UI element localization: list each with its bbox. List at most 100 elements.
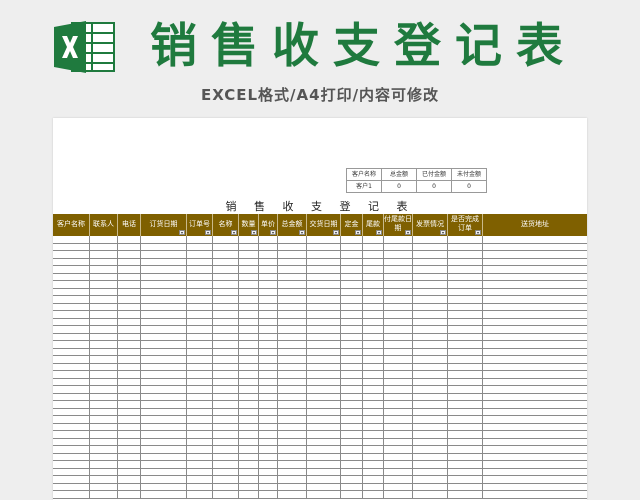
table-cell[interactable] [259, 258, 278, 265]
table-cell[interactable] [483, 289, 587, 296]
table-cell[interactable] [141, 423, 187, 430]
table-cell[interactable] [413, 438, 448, 445]
table-cell[interactable] [384, 251, 413, 258]
table-cell[interactable] [363, 348, 384, 355]
table-cell[interactable] [384, 303, 413, 310]
table-cell[interactable] [384, 468, 413, 475]
table-cell[interactable] [483, 296, 587, 303]
table-cell[interactable] [213, 401, 239, 408]
table-cell[interactable] [259, 318, 278, 325]
table-cell[interactable] [259, 243, 278, 250]
table-cell[interactable] [448, 408, 483, 415]
table-cell[interactable] [384, 461, 413, 468]
filter-dropdown-icon[interactable] [270, 230, 276, 235]
table-cell[interactable] [118, 468, 141, 475]
table-cell[interactable] [118, 311, 141, 318]
table-cell[interactable] [483, 311, 587, 318]
table-cell[interactable] [307, 401, 341, 408]
table-cell[interactable] [278, 476, 307, 483]
table-cell[interactable] [118, 378, 141, 385]
table-cell[interactable] [187, 431, 213, 438]
table-cell[interactable] [239, 296, 259, 303]
table-cell[interactable] [384, 326, 413, 333]
table-cell[interactable] [239, 273, 259, 280]
table-cell[interactable] [483, 469, 587, 476]
table-cell[interactable] [341, 431, 363, 438]
column-header[interactable]: 数量 [239, 214, 259, 236]
table-cell[interactable] [307, 431, 341, 438]
table-cell[interactable] [239, 266, 259, 273]
table-cell[interactable] [259, 468, 278, 475]
table-cell[interactable] [307, 288, 341, 295]
table-cell[interactable] [53, 251, 90, 258]
table-cell[interactable] [213, 408, 239, 415]
table-cell[interactable] [341, 408, 363, 415]
table-cell[interactable] [213, 348, 239, 355]
table-cell[interactable] [341, 296, 363, 303]
table-cell[interactable] [53, 416, 90, 423]
table-cell[interactable] [239, 363, 259, 370]
table-cell[interactable] [90, 431, 118, 438]
table-cell[interactable] [53, 371, 90, 378]
table-cell[interactable] [239, 348, 259, 355]
table-cell[interactable] [90, 356, 118, 363]
table-cell[interactable] [118, 446, 141, 453]
table-cell[interactable] [483, 424, 587, 431]
table-cell[interactable] [90, 296, 118, 303]
table-cell[interactable] [239, 483, 259, 490]
table-cell[interactable] [213, 378, 239, 385]
table-cell[interactable] [239, 431, 259, 438]
table-cell[interactable] [213, 491, 239, 498]
table-cell[interactable] [448, 296, 483, 303]
table-cell[interactable] [307, 491, 341, 498]
table-cell[interactable] [90, 423, 118, 430]
table-cell[interactable] [413, 303, 448, 310]
table-cell[interactable] [213, 431, 239, 438]
table-cell[interactable] [259, 326, 278, 333]
table-cell[interactable] [53, 483, 90, 490]
table-cell[interactable] [53, 356, 90, 363]
table-cell[interactable] [141, 326, 187, 333]
table-cell[interactable] [307, 476, 341, 483]
table-cell[interactable] [118, 341, 141, 348]
table-cell[interactable] [307, 416, 341, 423]
table-cell[interactable] [278, 333, 307, 340]
table-cell[interactable] [187, 363, 213, 370]
table-cell[interactable] [448, 371, 483, 378]
table-cell[interactable] [187, 258, 213, 265]
table-cell[interactable] [483, 484, 587, 491]
table-cell[interactable] [363, 371, 384, 378]
table-cell[interactable] [384, 491, 413, 498]
table-cell[interactable] [118, 401, 141, 408]
table-cell[interactable] [483, 341, 587, 348]
table-cell[interactable] [448, 461, 483, 468]
table-cell[interactable] [278, 408, 307, 415]
table-cell[interactable] [259, 416, 278, 423]
table-cell[interactable] [118, 266, 141, 273]
table-cell[interactable] [118, 423, 141, 430]
table-cell[interactable] [90, 416, 118, 423]
table-cell[interactable] [90, 348, 118, 355]
table-cell[interactable] [187, 341, 213, 348]
table-cell[interactable] [53, 423, 90, 430]
table-cell[interactable] [341, 273, 363, 280]
table-cell[interactable] [53, 266, 90, 273]
table-cell[interactable] [90, 281, 118, 288]
table-cell[interactable] [483, 349, 587, 356]
column-header[interactable]: 单价 [259, 214, 278, 236]
table-cell[interactable] [259, 378, 278, 385]
table-cell[interactable] [341, 303, 363, 310]
column-header[interactable]: 送货地址 [483, 214, 587, 236]
table-cell[interactable] [53, 363, 90, 370]
table-cell[interactable] [384, 453, 413, 460]
table-cell[interactable] [90, 341, 118, 348]
table-cell[interactable] [341, 453, 363, 460]
table-cell[interactable] [483, 236, 587, 243]
table-cell[interactable] [118, 476, 141, 483]
table-cell[interactable] [213, 438, 239, 445]
table-cell[interactable] [413, 251, 448, 258]
table-cell[interactable] [341, 258, 363, 265]
table-cell[interactable] [118, 371, 141, 378]
table-cell[interactable] [259, 236, 278, 243]
table-cell[interactable] [483, 439, 587, 446]
